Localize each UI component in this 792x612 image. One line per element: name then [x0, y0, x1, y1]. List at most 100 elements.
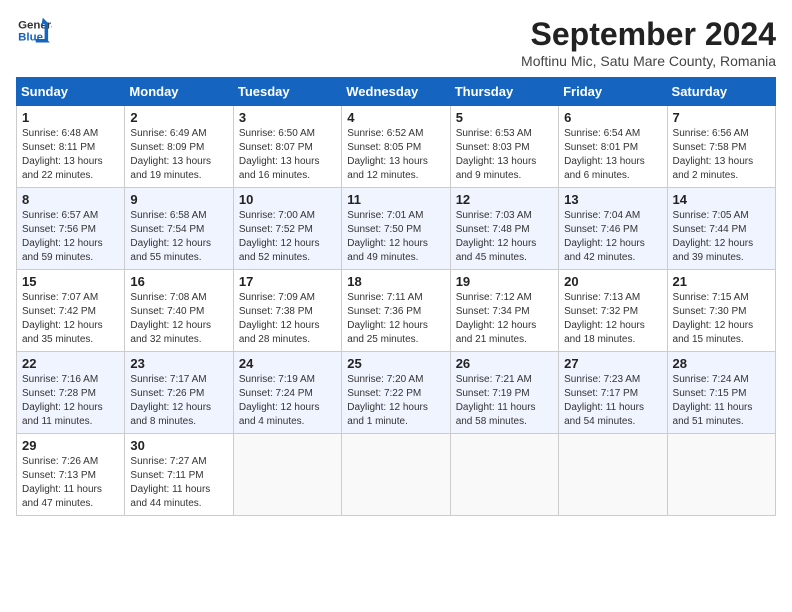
day-info: Sunrise: 6:49 AM Sunset: 8:09 PM Dayligh…	[130, 127, 227, 183]
calendar-day-cell: 21 Sunrise: 7:15 AM Sunset: 7:30 PM Dayli…	[667, 270, 775, 352]
calendar-day-cell: 1 Sunrise: 6:48 AM Sunset: 8:11 PM Daylig…	[17, 106, 125, 188]
day-info: Sunrise: 6:50 AM Sunset: 8:07 PM Dayligh…	[239, 127, 336, 183]
calendar-day-cell: 30Sunrise: 7:27 AM Sunset: 7:11 PM Dayli…	[125, 434, 233, 516]
weekday-header-cell: Monday	[125, 78, 233, 106]
day-number: 25	[347, 356, 444, 371]
calendar-day-cell: 11 Sunrise: 7:01 AM Sunset: 7:50 PM Dayli…	[342, 188, 450, 270]
day-info: Sunrise: 7:15 AM Sunset: 7:30 PM Dayligh…	[673, 291, 770, 347]
day-number: 9	[130, 192, 227, 207]
day-info: Sunrise: 6:48 AM Sunset: 8:11 PM Dayligh…	[22, 127, 119, 183]
calendar-week-row: 8Sunrise: 6:57 AM Sunset: 7:56 PM Daylig…	[17, 188, 776, 270]
calendar-week-row: 29 Sunrise: 7:26 AM Sunset: 7:13 PM Dayli…	[17, 434, 776, 516]
day-info: Sunrise: 7:24 AM Sunset: 7:15 PM Dayligh…	[673, 373, 770, 429]
day-number: 16	[130, 274, 227, 289]
day-number: 24	[239, 356, 336, 371]
calendar-day-cell: 16 Sunrise: 7:08 AM Sunset: 7:40 PM Dayli…	[125, 270, 233, 352]
weekday-header-cell: Friday	[559, 78, 667, 106]
title-area: September 2024 Moftinu Mic, Satu Mare Co…	[521, 16, 776, 69]
calendar-table: SundayMondayTuesdayWednesdayThursdayFrid…	[16, 77, 776, 516]
weekday-header-cell: Sunday	[17, 78, 125, 106]
calendar-day-cell: 7 Sunrise: 6:56 AM Sunset: 7:58 PM Daylig…	[667, 106, 775, 188]
calendar-day-cell: 5Sunrise: 6:53 AM Sunset: 8:03 PM Daylig…	[450, 106, 558, 188]
month-title: September 2024	[521, 16, 776, 53]
day-info: Sunrise: 7:03 AM Sunset: 7:48 PM Dayligh…	[456, 209, 553, 265]
day-number: 19	[456, 274, 553, 289]
day-number: 3	[239, 110, 336, 125]
day-info: Sunrise: 7:05 AM Sunset: 7:44 PM Dayligh…	[673, 209, 770, 265]
day-info: Sunrise: 7:17 AM Sunset: 7:26 PM Dayligh…	[130, 373, 227, 429]
day-info: Sunrise: 7:13 AM Sunset: 7:32 PM Dayligh…	[564, 291, 661, 347]
calendar-day-cell: 19 Sunrise: 7:12 AM Sunset: 7:34 PM Dayli…	[450, 270, 558, 352]
day-number: 26	[456, 356, 553, 371]
day-info: Sunrise: 7:07 AM Sunset: 7:42 PM Dayligh…	[22, 291, 119, 347]
calendar-day-cell: 6 Sunrise: 6:54 AM Sunset: 8:01 PM Daylig…	[559, 106, 667, 188]
calendar-day-cell	[450, 434, 558, 516]
calendar-day-cell: 8Sunrise: 6:57 AM Sunset: 7:56 PM Daylig…	[17, 188, 125, 270]
calendar-day-cell: 18Sunrise: 7:11 AM Sunset: 7:36 PM Dayli…	[342, 270, 450, 352]
day-number: 4	[347, 110, 444, 125]
calendar-day-cell: 20Sunrise: 7:13 AM Sunset: 7:32 PM Dayli…	[559, 270, 667, 352]
calendar-day-cell: 9 Sunrise: 6:58 AM Sunset: 7:54 PM Daylig…	[125, 188, 233, 270]
day-number: 11	[347, 192, 444, 207]
day-number: 10	[239, 192, 336, 207]
day-number: 13	[564, 192, 661, 207]
day-info: Sunrise: 7:00 AM Sunset: 7:52 PM Dayligh…	[239, 209, 336, 265]
day-number: 21	[673, 274, 770, 289]
calendar-day-cell: 29 Sunrise: 7:26 AM Sunset: 7:13 PM Dayli…	[17, 434, 125, 516]
day-info: Sunrise: 7:20 AM Sunset: 7:22 PM Dayligh…	[347, 373, 444, 429]
calendar-week-row: 22 Sunrise: 7:16 AM Sunset: 7:28 PM Dayli…	[17, 352, 776, 434]
logo-icon: General Blue	[16, 16, 52, 46]
calendar-day-cell: 2 Sunrise: 6:49 AM Sunset: 8:09 PM Daylig…	[125, 106, 233, 188]
day-number: 1	[22, 110, 119, 125]
day-info: Sunrise: 6:58 AM Sunset: 7:54 PM Dayligh…	[130, 209, 227, 265]
calendar-day-cell	[559, 434, 667, 516]
day-number: 22	[22, 356, 119, 371]
day-info: Sunrise: 6:53 AM Sunset: 8:03 PM Dayligh…	[456, 127, 553, 183]
calendar-day-cell: 26 Sunrise: 7:21 AM Sunset: 7:19 PM Dayli…	[450, 352, 558, 434]
day-info: Sunrise: 7:26 AM Sunset: 7:13 PM Dayligh…	[22, 455, 119, 511]
day-number: 17	[239, 274, 336, 289]
weekday-header-cell: Tuesday	[233, 78, 341, 106]
day-info: Sunrise: 6:54 AM Sunset: 8:01 PM Dayligh…	[564, 127, 661, 183]
day-info: Sunrise: 7:21 AM Sunset: 7:19 PM Dayligh…	[456, 373, 553, 429]
day-number: 23	[130, 356, 227, 371]
day-number: 29	[22, 438, 119, 453]
header: General Blue September 2024 Moftinu Mic,…	[16, 16, 776, 69]
day-info: Sunrise: 6:52 AM Sunset: 8:05 PM Dayligh…	[347, 127, 444, 183]
day-number: 7	[673, 110, 770, 125]
weekday-header-cell: Thursday	[450, 78, 558, 106]
calendar-day-cell: 3 Sunrise: 6:50 AM Sunset: 8:07 PM Daylig…	[233, 106, 341, 188]
calendar-day-cell: 27Sunrise: 7:23 AM Sunset: 7:17 PM Dayli…	[559, 352, 667, 434]
calendar-day-cell: 22 Sunrise: 7:16 AM Sunset: 7:28 PM Dayli…	[17, 352, 125, 434]
calendar-day-cell: 25 Sunrise: 7:20 AM Sunset: 7:22 PM Dayli…	[342, 352, 450, 434]
calendar-day-cell: 17Sunrise: 7:09 AM Sunset: 7:38 PM Dayli…	[233, 270, 341, 352]
calendar-day-cell	[233, 434, 341, 516]
day-info: Sunrise: 7:08 AM Sunset: 7:40 PM Dayligh…	[130, 291, 227, 347]
day-number: 6	[564, 110, 661, 125]
calendar-day-cell: 23 Sunrise: 7:17 AM Sunset: 7:26 PM Dayli…	[125, 352, 233, 434]
calendar-day-cell: 12 Sunrise: 7:03 AM Sunset: 7:48 PM Dayli…	[450, 188, 558, 270]
day-info: Sunrise: 7:01 AM Sunset: 7:50 PM Dayligh…	[347, 209, 444, 265]
weekday-header-cell: Wednesday	[342, 78, 450, 106]
day-number: 28	[673, 356, 770, 371]
day-info: Sunrise: 6:57 AM Sunset: 7:56 PM Dayligh…	[22, 209, 119, 265]
day-number: 2	[130, 110, 227, 125]
weekday-header-cell: Saturday	[667, 78, 775, 106]
day-info: Sunrise: 7:16 AM Sunset: 7:28 PM Dayligh…	[22, 373, 119, 429]
day-info: Sunrise: 7:12 AM Sunset: 7:34 PM Dayligh…	[456, 291, 553, 347]
calendar-day-cell	[342, 434, 450, 516]
day-info: Sunrise: 7:23 AM Sunset: 7:17 PM Dayligh…	[564, 373, 661, 429]
calendar-day-cell: 4 Sunrise: 6:52 AM Sunset: 8:05 PM Daylig…	[342, 106, 450, 188]
calendar-day-cell: 28 Sunrise: 7:24 AM Sunset: 7:15 PM Dayli…	[667, 352, 775, 434]
day-number: 15	[22, 274, 119, 289]
day-info: Sunrise: 7:04 AM Sunset: 7:46 PM Dayligh…	[564, 209, 661, 265]
day-number: 12	[456, 192, 553, 207]
location-title: Moftinu Mic, Satu Mare County, Romania	[521, 53, 776, 69]
calendar-day-cell: 24Sunrise: 7:19 AM Sunset: 7:24 PM Dayli…	[233, 352, 341, 434]
calendar-week-row: 1 Sunrise: 6:48 AM Sunset: 8:11 PM Daylig…	[17, 106, 776, 188]
calendar-day-cell	[667, 434, 775, 516]
weekday-header-row: SundayMondayTuesdayWednesdayThursdayFrid…	[17, 78, 776, 106]
calendar-week-row: 15 Sunrise: 7:07 AM Sunset: 7:42 PM Dayli…	[17, 270, 776, 352]
day-info: Sunrise: 6:56 AM Sunset: 7:58 PM Dayligh…	[673, 127, 770, 183]
day-info: Sunrise: 7:27 AM Sunset: 7:11 PM Dayligh…	[130, 455, 227, 511]
